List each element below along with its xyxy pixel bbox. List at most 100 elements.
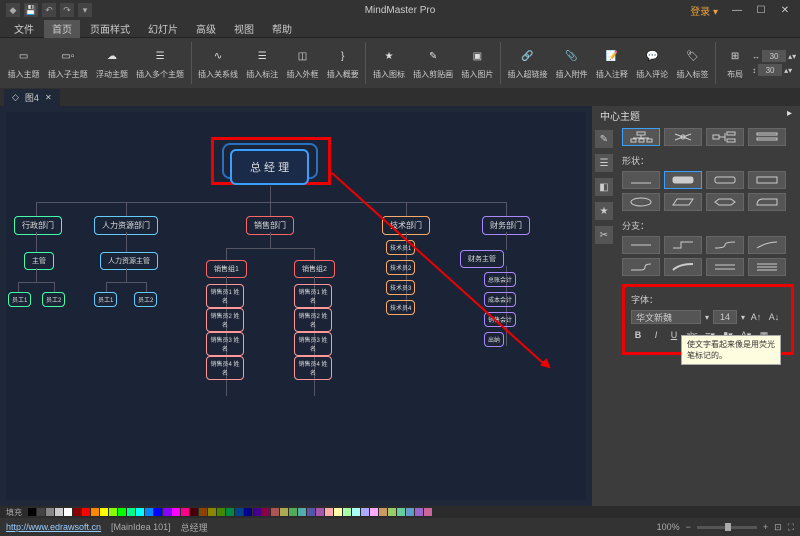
ribbon-summary[interactable]: }插入概要 bbox=[323, 45, 362, 82]
color-swatch[interactable] bbox=[244, 508, 252, 516]
color-swatch[interactable] bbox=[379, 508, 387, 516]
ribbon-floating-topic[interactable]: ☁浮动主题 bbox=[92, 45, 131, 82]
node-sales-m2[interactable]: 销售员2 姓名 bbox=[206, 308, 244, 332]
branch-3[interactable] bbox=[706, 236, 744, 254]
document-tab[interactable]: ◇ 图4 ✕ bbox=[4, 89, 60, 106]
color-swatch[interactable] bbox=[181, 508, 189, 516]
color-swatch[interactable] bbox=[82, 508, 90, 516]
node-fin-4[interactable]: 出纳 bbox=[484, 332, 504, 347]
color-swatch[interactable] bbox=[325, 508, 333, 516]
color-swatch[interactable] bbox=[226, 508, 234, 516]
color-swatch[interactable] bbox=[298, 508, 306, 516]
node-tech-2[interactable]: 技术员2 bbox=[386, 260, 415, 275]
node-admin-mgr[interactable]: 主管 bbox=[24, 252, 54, 270]
color-swatch[interactable] bbox=[73, 508, 81, 516]
font-shrink-icon[interactable]: A↓ bbox=[767, 310, 781, 324]
color-swatch[interactable] bbox=[172, 508, 180, 516]
color-swatch[interactable] bbox=[127, 508, 135, 516]
color-swatch[interactable] bbox=[415, 508, 423, 516]
sp-tab-clip[interactable]: ✂ bbox=[595, 226, 613, 244]
color-swatch[interactable] bbox=[316, 508, 324, 516]
branch-8[interactable] bbox=[748, 258, 786, 276]
branch-4[interactable] bbox=[748, 236, 786, 254]
node-sales-m2b[interactable]: 销售员2 姓名 bbox=[294, 308, 332, 332]
color-swatch[interactable] bbox=[100, 508, 108, 516]
branch-5[interactable] bbox=[622, 258, 660, 276]
menu-help[interactable]: 帮助 bbox=[264, 19, 300, 38]
color-swatch[interactable] bbox=[388, 508, 396, 516]
shape-5[interactable] bbox=[622, 193, 660, 211]
layout-opt-3[interactable] bbox=[706, 128, 744, 146]
qat-redo-icon[interactable]: ↷ bbox=[60, 3, 74, 17]
zoom-slider[interactable] bbox=[697, 526, 757, 529]
ribbon-layout[interactable]: ⊞布局 bbox=[719, 45, 751, 82]
shape-6[interactable] bbox=[664, 193, 702, 211]
fullscreen-icon[interactable]: ⛶ bbox=[788, 522, 794, 533]
node-tech-3[interactable]: 技术员3 bbox=[386, 280, 415, 295]
color-swatch[interactable] bbox=[235, 508, 243, 516]
menu-view[interactable]: 视图 bbox=[226, 19, 262, 38]
menu-page-style[interactable]: 页面样式 bbox=[82, 19, 138, 38]
tab-close-icon[interactable]: ✕ bbox=[45, 93, 52, 102]
menu-home[interactable]: 首页 bbox=[44, 19, 80, 38]
menu-advanced[interactable]: 高级 bbox=[188, 19, 224, 38]
font-grow-icon[interactable]: A↑ bbox=[749, 310, 763, 324]
color-swatch[interactable] bbox=[154, 508, 162, 516]
color-swatch[interactable] bbox=[406, 508, 414, 516]
node-tech-4[interactable]: 技术员4 bbox=[386, 300, 415, 315]
sp-tab-theme[interactable]: ◧ bbox=[595, 178, 613, 196]
color-swatch[interactable] bbox=[352, 508, 360, 516]
color-swatch[interactable] bbox=[361, 508, 369, 516]
ribbon-icon[interactable]: ★插入图标 bbox=[369, 45, 408, 82]
layout-opt-4[interactable] bbox=[748, 128, 786, 146]
close-icon[interactable]: ✕ bbox=[774, 3, 796, 17]
shape-3[interactable] bbox=[706, 171, 744, 189]
ribbon-callout[interactable]: ☰插入标注 bbox=[243, 45, 282, 82]
sp-tab-style[interactable]: ✎ bbox=[595, 130, 613, 148]
underline-button[interactable]: U bbox=[667, 328, 681, 342]
node-sales-m4[interactable]: 销售员4 姓名 bbox=[206, 356, 244, 380]
minimize-icon[interactable]: — bbox=[726, 3, 748, 17]
color-swatch[interactable] bbox=[64, 508, 72, 516]
ribbon-note[interactable]: 📝插入注释 bbox=[592, 45, 631, 82]
bold-button[interactable]: B bbox=[631, 328, 645, 342]
node-sales-m4b[interactable]: 销售员4 姓名 bbox=[294, 356, 332, 380]
node-sales-m3b[interactable]: 销售员3 姓名 bbox=[294, 332, 332, 356]
color-swatch[interactable] bbox=[37, 508, 45, 516]
color-swatch[interactable] bbox=[190, 508, 198, 516]
color-swatch[interactable] bbox=[145, 508, 153, 516]
layout-opt-1[interactable] bbox=[622, 128, 660, 146]
color-swatch[interactable] bbox=[397, 508, 405, 516]
node-admin[interactable]: 行政部门 bbox=[14, 216, 62, 235]
color-swatch[interactable] bbox=[307, 508, 315, 516]
ribbon-insert-subtopic[interactable]: ▭▫插入子主题 bbox=[44, 45, 91, 82]
color-swatch[interactable] bbox=[46, 508, 54, 516]
login-button[interactable]: 登录 ▾ bbox=[690, 3, 718, 18]
branch-6[interactable] bbox=[664, 258, 702, 276]
layout-opt-2[interactable] bbox=[664, 128, 702, 146]
color-swatch[interactable] bbox=[334, 508, 342, 516]
ribbon-hyperlink[interactable]: 🔗插入超链接 bbox=[504, 45, 551, 82]
node-fin-1[interactable]: 总账会计 bbox=[484, 272, 516, 287]
color-swatch[interactable] bbox=[343, 508, 351, 516]
sp-tab-layout[interactable]: ☰ bbox=[595, 154, 613, 172]
ribbon-tag[interactable]: 🏷插入标签 bbox=[673, 45, 712, 82]
ribbon-attachment[interactable]: 📎插入附件 bbox=[552, 45, 591, 82]
ribbon-comment[interactable]: 💬插入评论 bbox=[633, 45, 672, 82]
hspacing-input[interactable] bbox=[762, 50, 786, 62]
color-swatch[interactable] bbox=[91, 508, 99, 516]
node-fin-2[interactable]: 成本会计 bbox=[484, 292, 516, 307]
color-swatch[interactable] bbox=[118, 508, 126, 516]
node-root[interactable]: 总 经 理 bbox=[230, 149, 309, 185]
branch-2[interactable] bbox=[664, 236, 702, 254]
fit-page-icon[interactable]: ⊡ bbox=[774, 522, 782, 533]
vspacing-input[interactable] bbox=[758, 64, 782, 76]
ribbon-boundary[interactable]: ◫插入外框 bbox=[283, 45, 322, 82]
color-swatch[interactable] bbox=[271, 508, 279, 516]
color-swatch[interactable] bbox=[136, 508, 144, 516]
node-admin-s2[interactable]: 员工2 bbox=[42, 292, 65, 307]
color-swatch[interactable] bbox=[163, 508, 171, 516]
color-swatch[interactable] bbox=[289, 508, 297, 516]
color-swatch[interactable] bbox=[208, 508, 216, 516]
color-swatch[interactable] bbox=[424, 508, 432, 516]
